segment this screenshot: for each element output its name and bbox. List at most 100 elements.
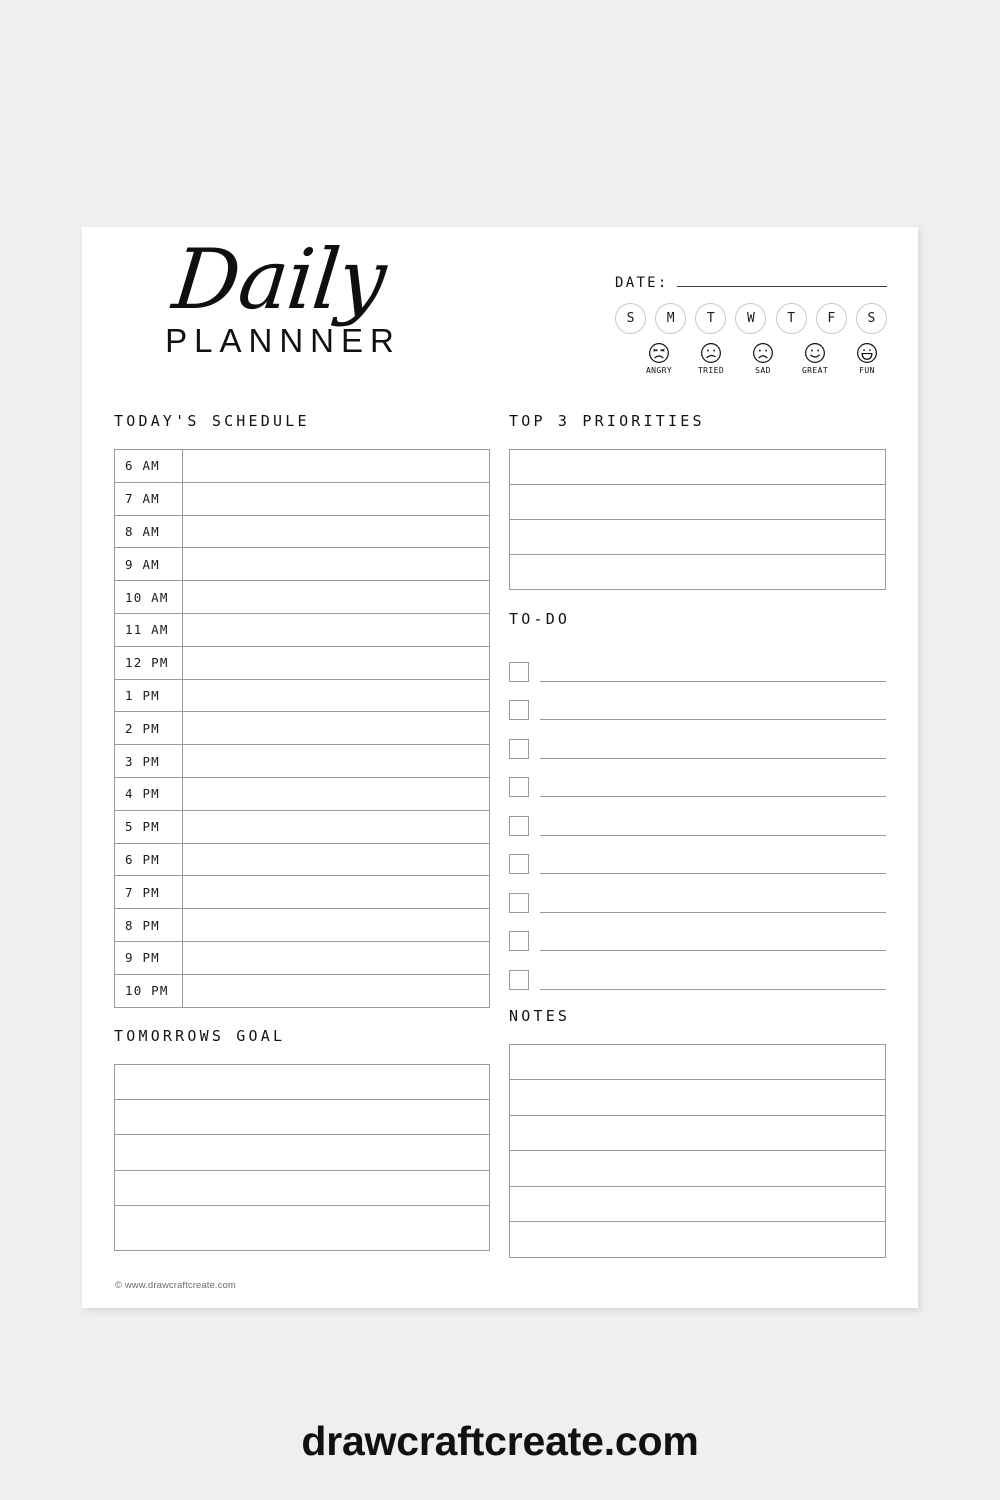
schedule-entry-field[interactable]	[183, 647, 489, 679]
schedule-row[interactable]: 2 PM	[115, 712, 489, 746]
schedule-row[interactable]: 7 AM	[115, 482, 489, 516]
schedule-entry-field[interactable]	[183, 450, 489, 482]
todo-checkbox[interactable]	[509, 931, 529, 951]
todo-checkbox[interactable]	[509, 854, 529, 874]
schedule-row[interactable]: 12 PM	[115, 646, 489, 680]
priority-row[interactable]	[510, 520, 885, 555]
day-circle-monday[interactable]: M	[655, 303, 687, 334]
schedule-table[interactable]: 6 AM 7 AM 8 AM 9 AM 10 AM 11 AM 12 PM 1 PM 2 PM 3…	[114, 449, 490, 1008]
day-circle-friday[interactable]: F	[815, 303, 847, 334]
todo-checkbox[interactable]	[509, 777, 529, 797]
todo-write-line[interactable]	[540, 911, 886, 913]
goal-row[interactable]	[115, 1206, 489, 1252]
todo-write-line[interactable]	[540, 757, 886, 759]
mood-option-sad[interactable]: SAD	[745, 342, 781, 375]
tomorrows-goal-box[interactable]	[114, 1063, 490, 1252]
schedule-entry-field[interactable]	[183, 614, 489, 646]
schedule-entry-field[interactable]	[183, 975, 489, 1007]
notes-row[interactable]	[510, 1187, 885, 1222]
goal-row[interactable]	[115, 1171, 489, 1207]
schedule-entry-field[interactable]	[183, 844, 489, 876]
notes-row[interactable]	[510, 1080, 885, 1116]
todo-write-line[interactable]	[540, 719, 886, 720]
sad-face-icon	[753, 343, 773, 363]
day-circle-sunday[interactable]: S	[615, 303, 646, 334]
schedule-row[interactable]: 8 PM	[115, 909, 489, 942]
todo-write-line[interactable]	[540, 680, 886, 682]
mood-option-great[interactable]: GREAT	[797, 342, 833, 375]
notes-row[interactable]	[510, 1116, 885, 1151]
schedule-entry-field[interactable]	[183, 876, 489, 908]
schedule-row[interactable]: 11 AM	[115, 613, 489, 647]
schedule-entry-field[interactable]	[183, 516, 489, 548]
goal-row[interactable]	[115, 1100, 489, 1136]
mood-option-angry[interactable]: ANGRY	[641, 342, 677, 375]
angry-face-icon	[649, 343, 669, 363]
todo-write-line[interactable]	[540, 988, 886, 990]
schedule-entry-field[interactable]	[183, 548, 489, 580]
schedule-entry-field[interactable]	[183, 483, 489, 515]
todo-checkbox[interactable]	[509, 969, 529, 990]
mood-selector[interactable]: ANGRY TRIED SAD GREAT FUN	[615, 342, 887, 375]
notes-row[interactable]	[510, 1045, 885, 1080]
schedule-row[interactable]: 6 AM	[115, 450, 489, 483]
day-circle-tuesday[interactable]: T	[695, 303, 727, 334]
schedule-entry-field[interactable]	[183, 581, 489, 613]
schedule-row[interactable]: 1 PM	[115, 679, 489, 713]
todo-write-line[interactable]	[540, 834, 886, 836]
todo-item[interactable]	[509, 762, 886, 801]
day-selector[interactable]: S M T W T F S	[615, 303, 887, 334]
todo-item[interactable]	[509, 723, 886, 762]
schedule-entry-field[interactable]	[183, 680, 489, 712]
priority-row[interactable]	[510, 555, 885, 590]
day-circle-saturday[interactable]: S	[855, 303, 887, 334]
todo-item[interactable]	[509, 685, 886, 724]
todo-write-line[interactable]	[540, 796, 886, 797]
schedule-entry-field[interactable]	[183, 909, 489, 941]
schedule-row[interactable]: 5 PM	[115, 810, 489, 844]
todo-checkbox[interactable]	[509, 815, 529, 836]
schedule-row[interactable]: 9 PM	[115, 941, 489, 975]
schedule-row[interactable]: 10 PM	[115, 974, 489, 1008]
schedule-row[interactable]: 9 AM	[115, 548, 489, 582]
todo-write-line[interactable]	[540, 950, 886, 951]
notes-box[interactable]	[509, 1043, 886, 1258]
notes-row[interactable]	[510, 1222, 885, 1258]
priority-row[interactable]	[510, 485, 885, 520]
goal-row[interactable]	[115, 1135, 489, 1171]
todo-checkbox[interactable]	[509, 738, 529, 759]
priorities-box[interactable]	[509, 449, 886, 590]
todo-list[interactable]	[509, 646, 886, 993]
todo-item[interactable]	[509, 954, 886, 993]
schedule-row[interactable]: 8 AM	[115, 515, 489, 549]
schedule-entry-field[interactable]	[183, 778, 489, 810]
todo-checkbox[interactable]	[509, 892, 529, 913]
goal-row[interactable]	[115, 1065, 489, 1100]
schedule-entry-field[interactable]	[183, 942, 489, 974]
todo-item[interactable]	[509, 646, 886, 685]
todo-checkbox[interactable]	[509, 661, 529, 682]
todo-item[interactable]	[509, 839, 886, 878]
day-circle-wednesday[interactable]: W	[735, 303, 767, 334]
todo-item[interactable]	[509, 916, 886, 955]
mood-option-tried[interactable]: TRIED	[693, 342, 729, 375]
schedule-entry-field[interactable]	[183, 811, 489, 843]
schedule-time-label: 8 PM	[115, 909, 183, 941]
todo-item[interactable]	[509, 877, 886, 916]
schedule-row[interactable]: 10 AM	[115, 581, 489, 614]
mood-option-fun[interactable]: FUN	[849, 342, 885, 375]
schedule-row[interactable]: 3 PM	[115, 745, 489, 778]
todo-item[interactable]	[509, 800, 886, 839]
todo-write-line[interactable]	[540, 873, 886, 874]
schedule-entry-field[interactable]	[183, 745, 489, 777]
day-circle-thursday[interactable]: T	[775, 303, 807, 334]
priority-row[interactable]	[510, 450, 885, 485]
schedule-row[interactable]: 6 PM	[115, 843, 489, 877]
schedule-row[interactable]: 4 PM	[115, 777, 489, 811]
date-field[interactable]: DATE:	[615, 269, 887, 291]
schedule-entry-field[interactable]	[183, 712, 489, 744]
notes-row[interactable]	[510, 1151, 885, 1187]
schedule-row[interactable]: 7 PM	[115, 876, 489, 910]
date-write-line[interactable]	[676, 286, 887, 287]
todo-checkbox[interactable]	[509, 700, 529, 720]
